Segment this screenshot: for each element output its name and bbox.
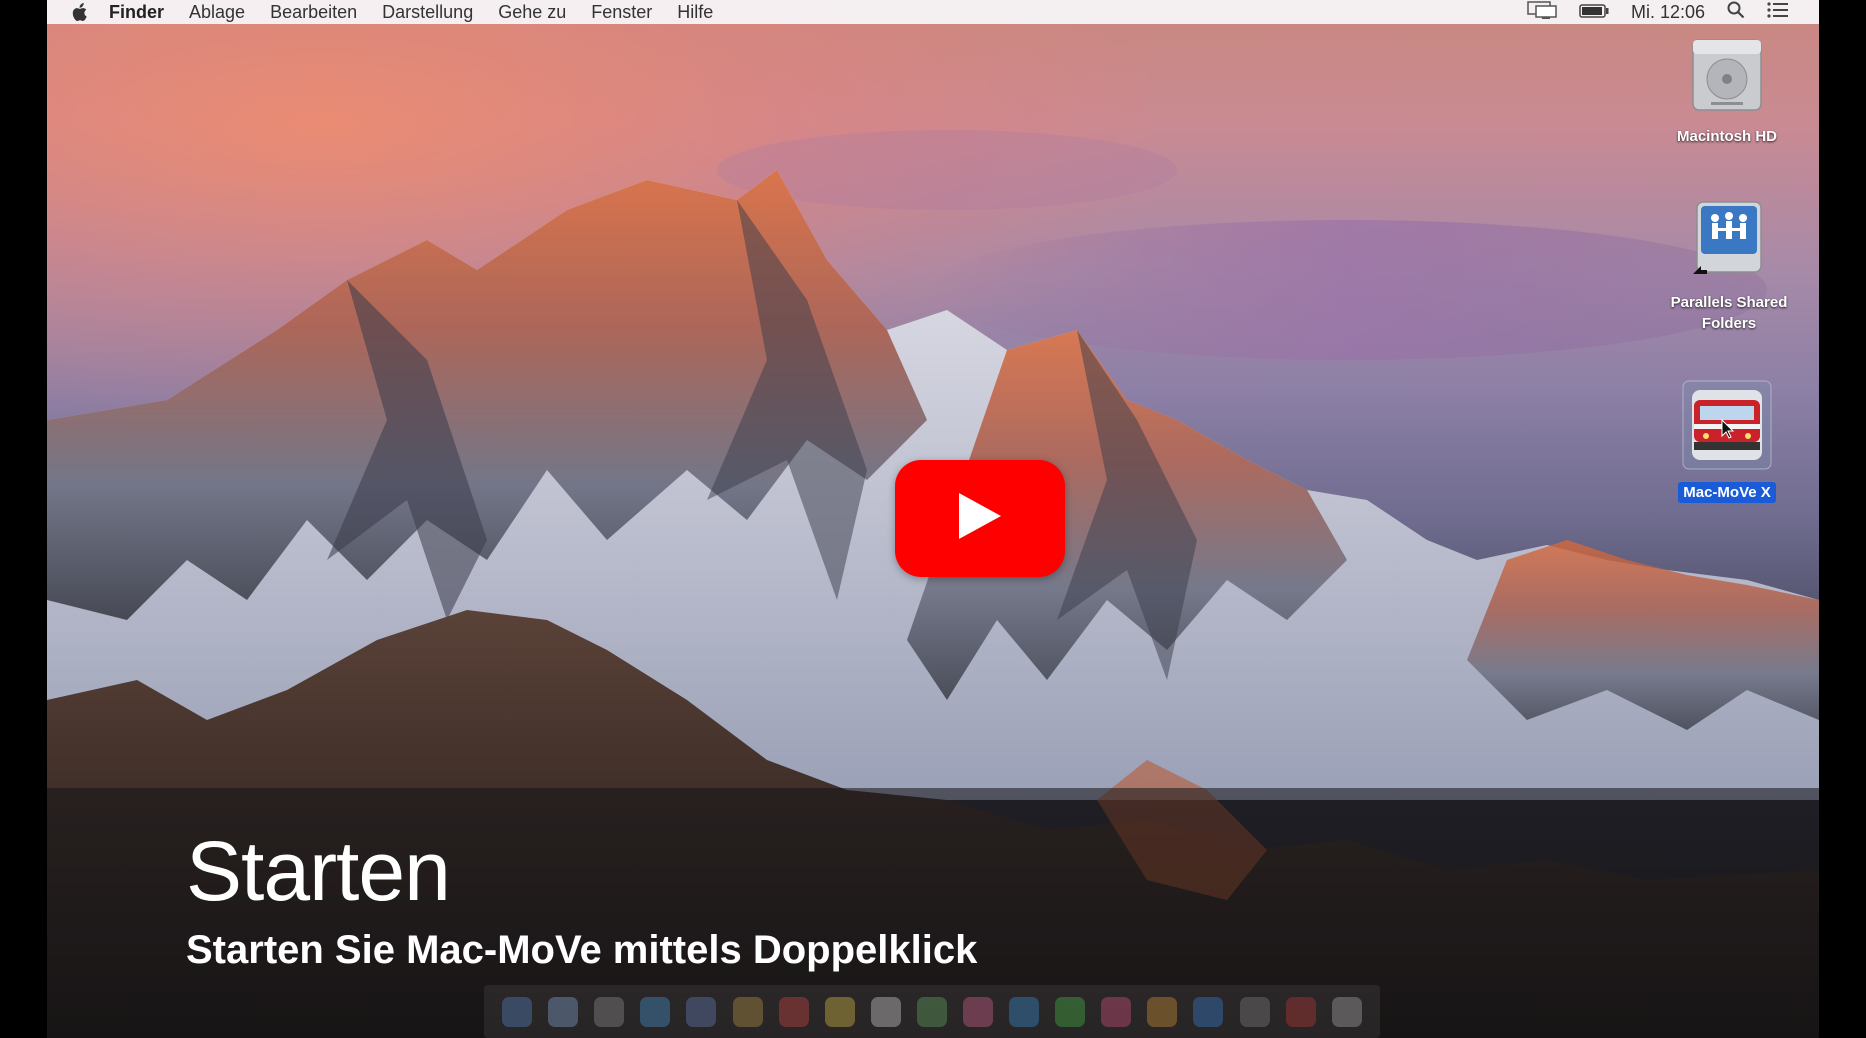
youtube-play-button[interactable] (895, 460, 1065, 577)
apple-icon[interactable] (71, 2, 109, 22)
mac-move-app-icon (1682, 380, 1772, 474)
dock-app-maps[interactable] (916, 996, 947, 1027)
video-subtitle: Starten Sie Mac-MoVe mittels Doppelklick (186, 928, 978, 972)
dock-app-ibooks[interactable] (1147, 996, 1178, 1027)
dock-app-notes[interactable] (824, 996, 855, 1027)
menu-hilfe[interactable]: Hilfe (677, 2, 713, 23)
dock-app-finder[interactable] (502, 996, 533, 1027)
menubar-clock[interactable]: Mi. 12:06 (1631, 2, 1705, 23)
dock-app-itunes[interactable] (1101, 996, 1132, 1027)
dock-app-calendar[interactable] (778, 996, 809, 1027)
desktop-icon-label-selected: Mac-MoVe X (1678, 482, 1776, 503)
dock-app-reminders[interactable] (870, 996, 901, 1027)
dock-app-safari[interactable] (640, 996, 671, 1027)
menu-gehe-zu[interactable]: Gehe zu (498, 2, 566, 23)
video-title: Starten (186, 824, 451, 918)
desktop-icon-mac-move-x[interactable]: Mac-MoVe X (1672, 380, 1782, 503)
hard-drive-icon (1687, 34, 1767, 118)
desktop-icon-label: Parallels Shared Folders (1670, 294, 1788, 332)
menu-finder[interactable]: Finder (109, 2, 164, 23)
dock-app-app-store[interactable] (1193, 996, 1224, 1027)
menu-darstellung[interactable]: Darstellung (382, 2, 473, 23)
dock-app-facetime[interactable] (1055, 996, 1086, 1027)
status-area: Mi. 12:06 (1505, 0, 1789, 24)
battery-icon[interactable] (1579, 2, 1609, 23)
dock-app-launchpad[interactable] (594, 996, 625, 1027)
dock-app-messages[interactable] (1009, 996, 1040, 1027)
dock-app-contacts[interactable] (732, 996, 763, 1027)
notification-center-icon[interactable] (1767, 1, 1789, 23)
menu-bearbeiten[interactable]: Bearbeiten (270, 2, 357, 23)
dock-app-siri[interactable] (548, 996, 579, 1027)
desktop-screen: Finder Ablage Bearbeiten Darstellung Geh… (47, 0, 1819, 1038)
menu-bar: Finder Ablage Bearbeiten Darstellung Geh… (47, 0, 1819, 24)
display-mirror-icon[interactable] (1527, 0, 1557, 24)
dock-app-mail[interactable] (686, 996, 717, 1027)
shared-folders-icon (1689, 196, 1769, 284)
desktop-icon-label: Macintosh HD (1676, 128, 1777, 145)
dock-app-photos[interactable] (962, 996, 993, 1027)
menu-ablage[interactable]: Ablage (189, 2, 245, 23)
dock-app-parallels[interactable] (1285, 996, 1316, 1027)
desktop-icon-macintosh-hd[interactable]: Macintosh HD (1672, 34, 1782, 147)
dock-app-trash[interactable] (1331, 996, 1362, 1027)
menu-fenster[interactable]: Fenster (591, 2, 652, 23)
spotlight-search-icon[interactable] (1727, 1, 1745, 24)
dock (484, 985, 1380, 1038)
dock-app-system-preferences[interactable] (1239, 996, 1270, 1027)
youtube-play-icon (957, 491, 1003, 546)
desktop-icon-parallels-shared-folders[interactable]: Parallels Shared Folders (1659, 196, 1799, 334)
